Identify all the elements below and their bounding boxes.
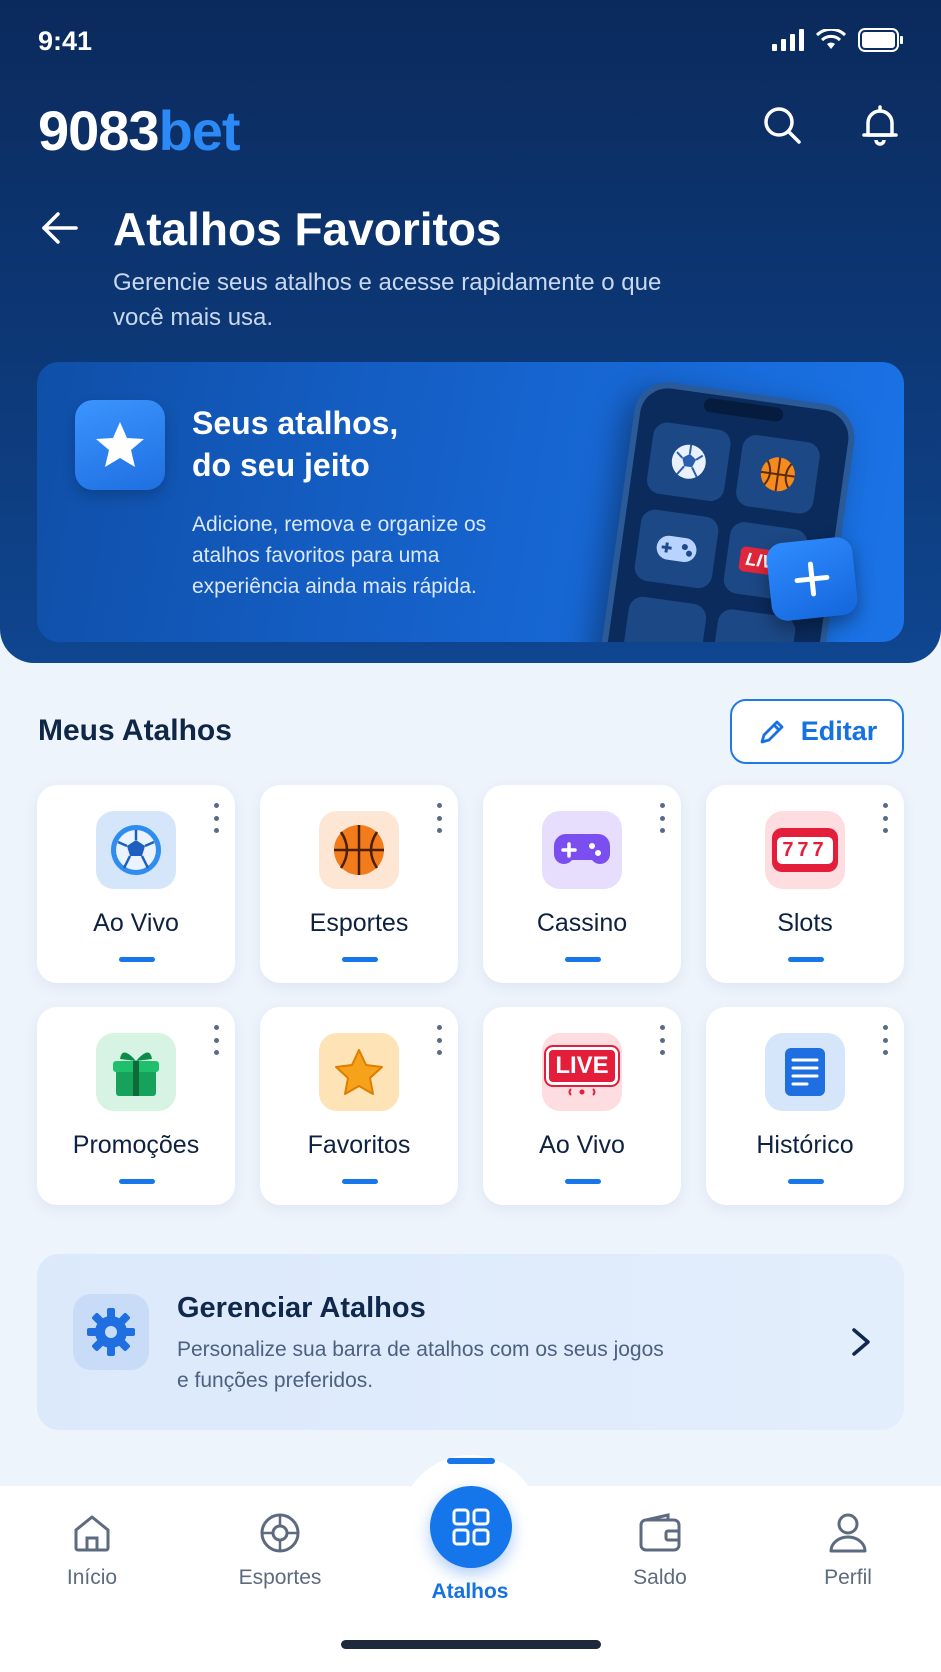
nav-item-atalhos-label[interactable]: Atalhos — [400, 1580, 540, 1604]
grid-icon — [452, 1508, 490, 1546]
shortcut-label: Promoções — [72, 1131, 200, 1159]
status-bar: 9:41 — [38, 22, 904, 62]
slot-machine-icon: 777 — [765, 811, 845, 889]
shortcut-indicator — [788, 957, 824, 962]
more-options-icon[interactable] — [434, 1025, 444, 1055]
more-options-icon[interactable] — [211, 1025, 221, 1055]
wallet-icon — [585, 1506, 735, 1560]
basketball-icon — [319, 811, 399, 889]
soccer-ball-icon — [96, 811, 176, 889]
nav-item-saldo[interactable]: Saldo — [585, 1506, 735, 1590]
shortcut-card[interactable]: 777 Slots — [706, 785, 904, 983]
shortcut-label: Esportes — [309, 909, 409, 937]
back-arrow-icon[interactable] — [40, 208, 80, 248]
manage-title: Gerenciar Atalhos — [177, 1292, 426, 1324]
more-options-icon[interactable] — [657, 1025, 667, 1055]
brand-logo[interactable]: 9083bet — [38, 98, 241, 163]
shortcut-indicator — [342, 1179, 378, 1184]
battery-icon — [858, 28, 903, 52]
signal-icon — [772, 29, 804, 51]
manage-shortcuts-card[interactable]: Gerenciar Atalhos Personalize sua barra … — [37, 1254, 904, 1430]
shortcuts-grid: Ao Vivo Esportes Cassino 777 Slots Promo… — [37, 785, 904, 1205]
shortcut-label: Slots — [777, 909, 833, 937]
gamepad-icon — [632, 507, 721, 590]
document-icon — [765, 1033, 845, 1111]
edit-button-label: Editar — [800, 716, 878, 746]
gamepad-icon — [542, 811, 622, 889]
chevron-right-icon[interactable] — [846, 1324, 876, 1360]
shortcut-label: Ao Vivo — [93, 909, 179, 937]
star-icon — [319, 1033, 399, 1111]
home-icon — [17, 1506, 167, 1560]
more-options-icon[interactable] — [880, 1025, 890, 1055]
shortcut-card[interactable]: Cassino — [483, 785, 681, 983]
shortcut-label: Histórico — [756, 1131, 854, 1159]
more-options-icon[interactable] — [657, 803, 667, 833]
shortcut-indicator — [565, 1179, 601, 1184]
shortcut-indicator — [119, 1179, 155, 1184]
more-options-icon[interactable] — [434, 803, 444, 833]
shortcut-card[interactable]: Favoritos — [260, 1007, 458, 1205]
basketball-icon — [734, 433, 822, 516]
add-shortcut-icon — [765, 535, 859, 623]
banner-title: Seus atalhos, do seu jeito — [192, 405, 399, 483]
nav-item-inicio[interactable]: Início — [17, 1506, 167, 1590]
user-icon — [773, 1506, 923, 1560]
shortcut-card[interactable]: LIVE Ao Vivo — [483, 1007, 681, 1205]
shortcut-card[interactable]: Esportes — [260, 785, 458, 983]
nav-item-perfil[interactable]: Perfil — [773, 1506, 923, 1590]
shortcut-label: Favoritos — [307, 1131, 411, 1159]
edit-button[interactable]: Editar — [730, 699, 904, 764]
bell-icon[interactable] — [858, 103, 902, 147]
banner-text: Adicione, remova e organize os atalhos f… — [192, 513, 487, 598]
ball-icon — [205, 1506, 355, 1560]
page-title: Atalhos Favoritos — [113, 203, 502, 255]
home-indicator — [341, 1640, 601, 1649]
status-time: 9:41 — [38, 26, 93, 56]
more-options-icon[interactable] — [880, 803, 890, 833]
live-tv-icon: LIVE — [542, 1033, 622, 1111]
manage-description: Personalize sua barra de atalhos com os … — [177, 1338, 664, 1392]
gift-icon — [96, 1033, 176, 1111]
shortcut-card[interactable]: Histórico — [706, 1007, 904, 1205]
shortcut-label: Cassino — [536, 909, 628, 937]
page-subtitle: Gerencie seus atalhos e acesse rapidamen… — [113, 269, 662, 331]
status-icons — [772, 28, 904, 52]
soccer-ball-icon — [645, 420, 733, 503]
shortcut-indicator — [565, 957, 601, 962]
active-tab-indicator — [447, 1458, 495, 1464]
wifi-icon — [816, 29, 846, 49]
shortcut-indicator — [788, 1179, 824, 1184]
header: 9:41 9083bet Atalhos Favoritos Gerencie … — [0, 0, 941, 663]
promo-banner: Seus atalhos, do seu jeito Adicione, remo… — [37, 362, 904, 642]
shortcut-indicator — [342, 957, 378, 962]
settings-gear-icon — [73, 1294, 149, 1370]
nav-item-atalhos[interactable] — [430, 1486, 512, 1568]
shortcut-card[interactable]: Ao Vivo — [37, 785, 235, 983]
shortcut-card[interactable]: Promoções — [37, 1007, 235, 1205]
nav-item-esportes[interactable]: Esportes — [205, 1506, 355, 1590]
shortcut-label: Ao Vivo — [539, 1131, 625, 1159]
search-icon[interactable] — [760, 103, 804, 147]
star-badge-icon — [75, 400, 165, 490]
section-title: Meus Atalhos — [38, 714, 232, 747]
more-options-icon[interactable] — [211, 803, 221, 833]
shortcut-indicator — [119, 957, 155, 962]
pencil-icon — [760, 720, 784, 743]
